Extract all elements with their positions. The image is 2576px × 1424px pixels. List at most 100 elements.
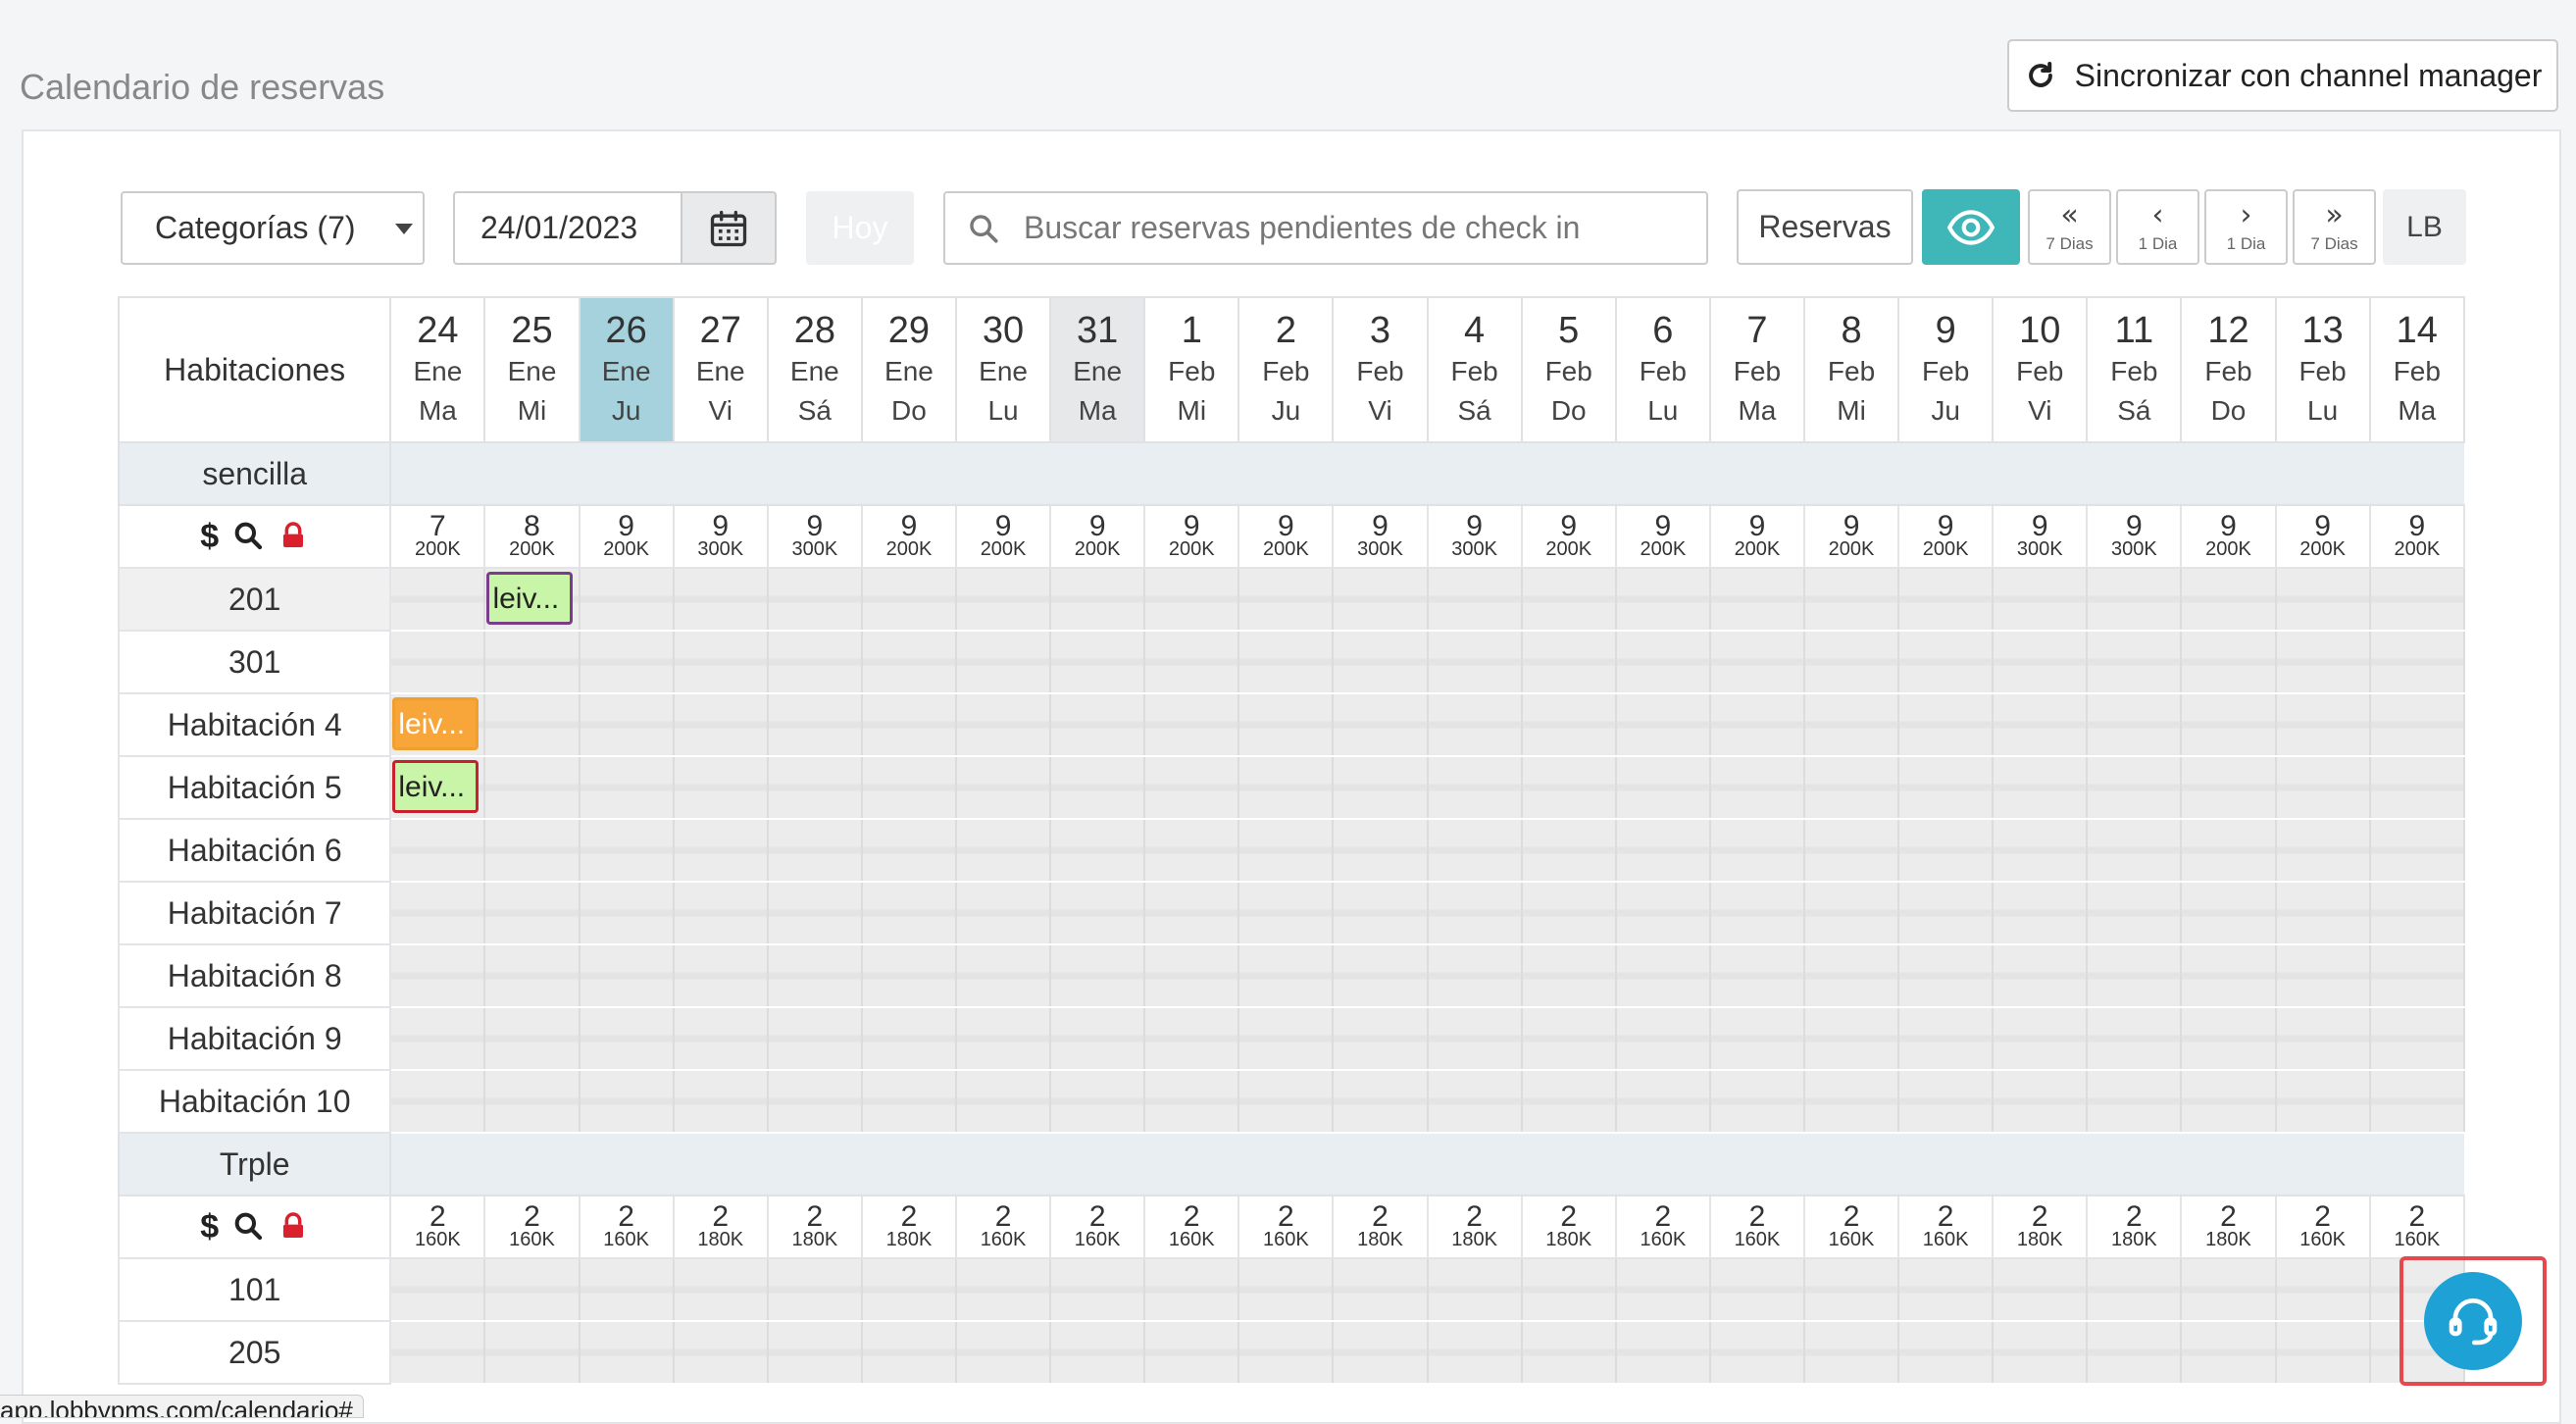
- calendar-cell[interactable]: [1520, 693, 1617, 757]
- calendar-cell[interactable]: [1614, 568, 1711, 632]
- calendar-cell[interactable]: [1708, 1321, 1805, 1385]
- calendar-cell[interactable]: [1237, 1321, 1335, 1385]
- calendar-cell[interactable]: [766, 631, 863, 694]
- availability-cell[interactable]: 9 300K: [1426, 504, 1523, 569]
- calendar-cell[interactable]: [483, 1070, 581, 1134]
- calendar-cell[interactable]: [578, 693, 675, 757]
- calendar-cell[interactable]: [954, 944, 1052, 1008]
- calendar-cell[interactable]: [1520, 819, 1617, 883]
- calendar-cell[interactable]: [1897, 944, 1995, 1008]
- calendar-cell[interactable]: [1520, 1070, 1617, 1134]
- calendar-cell[interactable]: [1237, 1007, 1335, 1071]
- calendar-cell[interactable]: [1332, 568, 1429, 632]
- calendar-cell[interactable]: [672, 1070, 769, 1134]
- availability-cell[interactable]: 7 200K: [389, 504, 486, 569]
- availability-cell[interactable]: 2 160K: [483, 1195, 581, 1259]
- calendar-cell[interactable]: [766, 1321, 863, 1385]
- calendar-cell[interactable]: [1802, 1321, 1900, 1385]
- calendar-cell[interactable]: [1614, 631, 1711, 694]
- calendar-cell[interactable]: [1992, 1258, 2089, 1322]
- availability-cell[interactable]: 9 200K: [2368, 504, 2466, 569]
- availability-cell[interactable]: 2 160K: [2368, 1195, 2466, 1259]
- calendar-cell[interactable]: [2180, 1007, 2277, 1071]
- calendar-cell[interactable]: [672, 944, 769, 1008]
- calendar-cell[interactable]: [1802, 693, 1900, 757]
- calendar-cell[interactable]: [1049, 1007, 1146, 1071]
- calendar-cell[interactable]: [766, 693, 863, 757]
- calendar-cell[interactable]: [483, 1007, 581, 1071]
- calendar-cell[interactable]: [1802, 568, 1900, 632]
- calendar-cell[interactable]: [2274, 756, 2371, 820]
- calendar-cell[interactable]: [1049, 756, 1146, 820]
- calendar-cell[interactable]: [1897, 1007, 1995, 1071]
- categories-select[interactable]: Categorías (7): [121, 191, 425, 265]
- calendar-cell[interactable]: [1426, 568, 1523, 632]
- calendar-cell[interactable]: [2274, 1258, 2371, 1322]
- lb-button[interactable]: LB: [2383, 189, 2466, 265]
- calendar-cell[interactable]: [483, 693, 581, 757]
- support-chat-button[interactable]: [2424, 1272, 2522, 1370]
- calendar-cell[interactable]: [860, 1258, 958, 1322]
- calendar-cell[interactable]: [954, 631, 1052, 694]
- calendar-cell[interactable]: [1614, 882, 1711, 945]
- calendar-cell[interactable]: [2086, 819, 2183, 883]
- calendar-cell[interactable]: [1332, 1007, 1429, 1071]
- availability-cell[interactable]: 9 200K: [1802, 504, 1900, 569]
- dollar-icon[interactable]: $: [200, 518, 219, 555]
- calendar-cell[interactable]: [2180, 882, 2277, 945]
- calendar-cell[interactable]: [1992, 944, 2089, 1008]
- calendar-cell[interactable]: [2086, 756, 2183, 820]
- calendar-cell[interactable]: [954, 693, 1052, 757]
- calendar-cell[interactable]: [1426, 631, 1523, 694]
- calendar-cell[interactable]: [1992, 756, 2089, 820]
- calendar-cell[interactable]: [483, 1321, 581, 1385]
- calendar-cell[interactable]: [1426, 1070, 1523, 1134]
- calendar-cell[interactable]: [1332, 819, 1429, 883]
- calendar-cell[interactable]: [578, 631, 675, 694]
- calendar-cell[interactable]: [1992, 1321, 2089, 1385]
- calendar-cell[interactable]: [1237, 756, 1335, 820]
- calendar-cell[interactable]: [2086, 1258, 2183, 1322]
- calendar-cell[interactable]: [578, 1007, 675, 1071]
- calendar-cell[interactable]: [1897, 882, 1995, 945]
- calendar-cell[interactable]: [1332, 1070, 1429, 1134]
- calendar-cell[interactable]: [389, 631, 486, 694]
- calendar-cell[interactable]: [1614, 693, 1711, 757]
- calendar-cell[interactable]: [389, 568, 486, 632]
- availability-cell[interactable]: 2 160K: [1049, 1195, 1146, 1259]
- calendar-cell[interactable]: [954, 882, 1052, 945]
- calendar-cell[interactable]: [860, 756, 958, 820]
- calendar-cell[interactable]: [1332, 693, 1429, 757]
- availability-cell[interactable]: 9 300K: [1992, 504, 2089, 569]
- back-7-days-button[interactable]: « 7 Dias: [2028, 189, 2111, 265]
- calendar-cell[interactable]: [1708, 1258, 1805, 1322]
- calendar-cell[interactable]: [1143, 756, 1240, 820]
- calendar-cell[interactable]: [1708, 631, 1805, 694]
- calendar-cell[interactable]: [2180, 944, 2277, 1008]
- calendar-cell[interactable]: [1897, 819, 1995, 883]
- back-1-day-button[interactable]: ‹ 1 Dia: [2116, 189, 2199, 265]
- availability-cell[interactable]: 2 160K: [1802, 1195, 1900, 1259]
- calendar-cell[interactable]: [483, 819, 581, 883]
- forward-1-day-button[interactable]: › 1 Dia: [2204, 189, 2288, 265]
- dollar-icon[interactable]: $: [200, 1208, 219, 1246]
- availability-cell[interactable]: 9 200K: [578, 504, 675, 569]
- calendar-cell[interactable]: [1520, 944, 1617, 1008]
- calendar-cell[interactable]: [860, 1007, 958, 1071]
- date-input[interactable]: 24/01/2023: [453, 191, 682, 265]
- availability-cell[interactable]: 2 160K: [2274, 1195, 2371, 1259]
- today-button[interactable]: Hoy: [806, 191, 914, 265]
- availability-cell[interactable]: 2 160K: [389, 1195, 486, 1259]
- calendar-cell[interactable]: [1049, 631, 1146, 694]
- calendar-cell[interactable]: [860, 631, 958, 694]
- calendar-cell[interactable]: [2086, 944, 2183, 1008]
- availability-cell[interactable]: 2 160K: [1237, 1195, 1335, 1259]
- calendar-cell[interactable]: [2086, 1070, 2183, 1134]
- calendar-cell[interactable]: [1802, 882, 1900, 945]
- calendar-cell[interactable]: [578, 944, 675, 1008]
- calendar-cell[interactable]: [2274, 568, 2371, 632]
- calendar-cell[interactable]: [1614, 1070, 1711, 1134]
- search-box[interactable]: [943, 191, 1708, 265]
- calendar-cell[interactable]: [2086, 882, 2183, 945]
- calendar-cell[interactable]: [1708, 944, 1805, 1008]
